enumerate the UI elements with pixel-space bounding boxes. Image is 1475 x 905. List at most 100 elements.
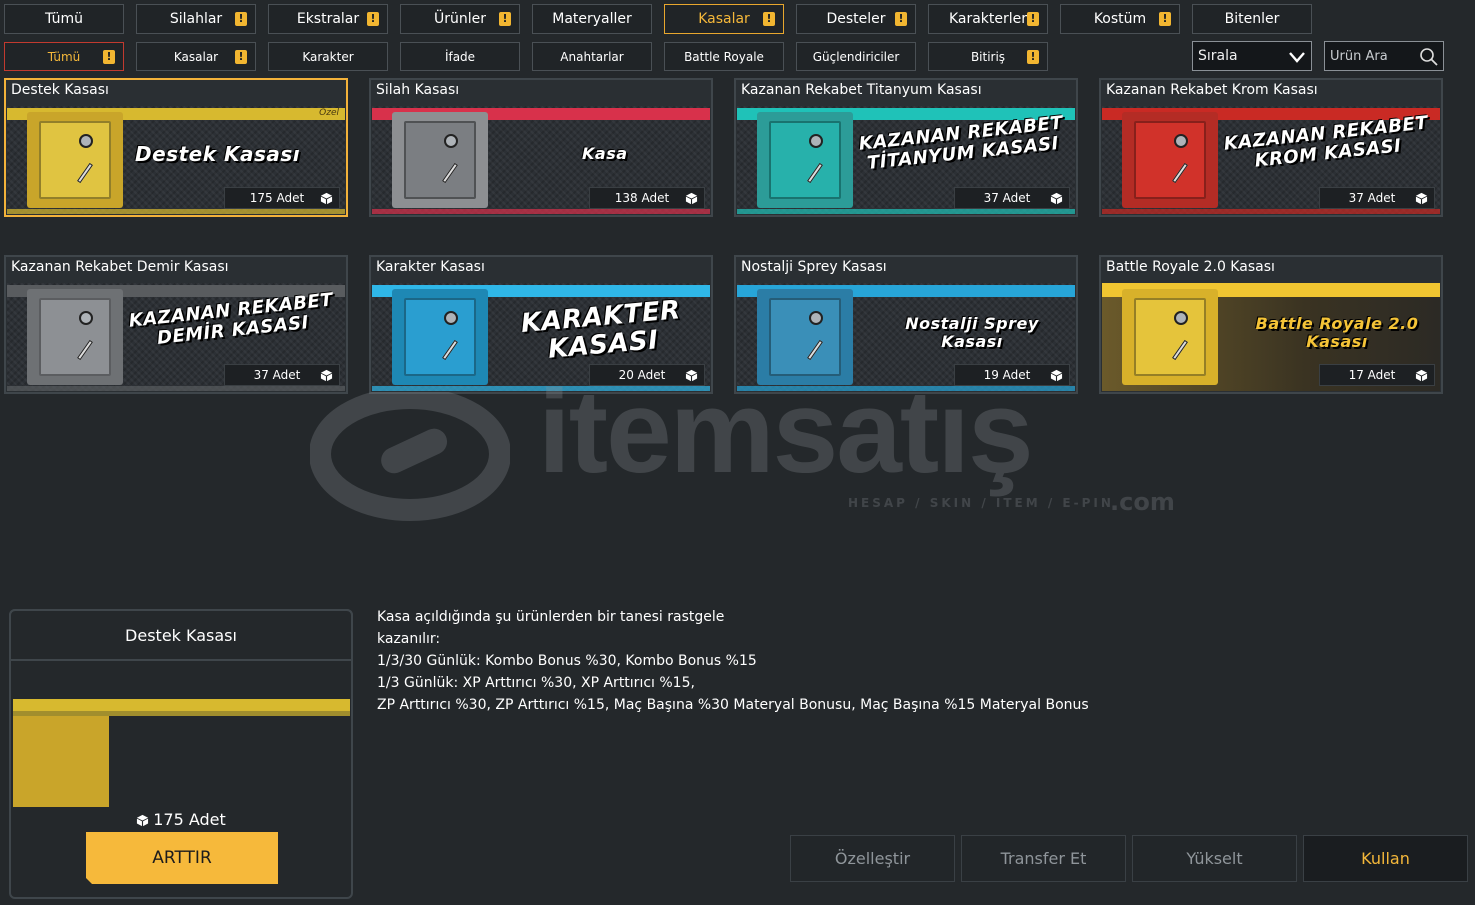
sort-dropdown[interactable]: Sırala <box>1192 41 1312 71</box>
safe-icon <box>27 112 123 208</box>
tab-label: Anahtarlar <box>560 49 624 64</box>
tab-karakter[interactable]: Karakter <box>268 42 388 71</box>
case-card-art: Destek Kasası Özel 175 Adet <box>7 106 345 214</box>
tab-urunler[interactable]: Ürünler! <box>400 4 520 34</box>
tab-bitenler[interactable]: Bitenler <box>1192 4 1312 34</box>
case-card-kazanan-rekabet-titanyum-kasasi[interactable]: Kazanan Rekabet Titanyum Kasası KAZANAN R… <box>734 78 1078 217</box>
tab-tumu[interactable]: Tümü <box>4 4 124 34</box>
count-text: 20 Adet <box>618 368 666 382</box>
tab-tumu[interactable]: Tümü! <box>4 42 124 71</box>
watermark-logo-icon <box>310 392 510 521</box>
tab-materyaller[interactable]: Materyaller <box>532 4 652 34</box>
count-text: 175 Adet <box>249 191 305 205</box>
art-title: Kasa <box>582 144 628 163</box>
case-card-art: Battle Royale 2.0 Kasası 17 Adet <box>1102 283 1440 391</box>
case-card-kazanan-rekabet-krom-kasasi[interactable]: Kazanan Rekabet Krom Kasası KAZANAN REKAB… <box>1099 78 1443 217</box>
safe-icon <box>757 289 853 385</box>
safe-door <box>769 121 841 199</box>
description-line: 1/3 Günlük: XP Arttırıcı %30, XP Arttırı… <box>377 675 695 691</box>
tab-anahtarlar[interactable]: Anahtarlar <box>532 42 652 71</box>
case-card-art: KAZANAN REKABET TİTANYUM KASASI 37 Adet <box>737 106 1075 214</box>
safe-door <box>404 121 476 199</box>
box-icon <box>320 369 333 382</box>
case-card-nostalji-sprey-kasasi[interactable]: Nostalji Sprey Kasası Nostalji Sprey Kasa… <box>734 255 1078 394</box>
warning-icon: ! <box>235 49 247 64</box>
description-line: Kasa açıldığında şu ürünlerden bir tanes… <box>377 609 725 625</box>
safe-door <box>1134 298 1206 376</box>
safe-dial <box>808 134 823 148</box>
tab-label: Tümü <box>47 49 81 64</box>
ozellestir-button[interactable]: Özelleştir <box>790 835 955 882</box>
tab-guclendiriciler[interactable]: Güçlendiriciler <box>796 42 916 71</box>
search-box[interactable] <box>1324 41 1444 71</box>
detail-panel: Destek Kasası Destek KasasıÖzel 175 Adet… <box>9 609 353 899</box>
watermark-suffix: .com <box>1110 488 1175 516</box>
count-text: 37 Adet <box>253 368 301 382</box>
case-card-battle-royale-2-0-kasasi[interactable]: Battle Royale 2.0 Kasası Battle Royale 2.… <box>1099 255 1443 394</box>
tab-karakterler[interactable]: Karakterler! <box>928 4 1048 34</box>
box-icon <box>1050 192 1063 205</box>
kullan-button[interactable]: Kullan <box>1303 835 1468 882</box>
warning-icon: ! <box>1027 12 1039 26</box>
category-tabs: Tümü Silahlar! Ekstralar! Ürünler! Materyall… <box>4 4 1312 34</box>
warning-icon: ! <box>103 49 115 64</box>
watermark-tagline: HESAP / SKIN / ITEM / E-PIN <box>848 496 1114 510</box>
box-icon <box>1050 369 1063 382</box>
tab-kasalar[interactable]: Kasalar! <box>664 4 784 34</box>
description-line: 1/3/30 Günlük: Kombo Bonus %30, Kombo Bo… <box>377 653 757 669</box>
count-text: 37 Adet <box>983 191 1031 205</box>
art-stripe <box>13 699 350 711</box>
box-icon <box>1415 192 1428 205</box>
case-card-count: 37 Adet <box>954 187 1070 209</box>
safe-icon <box>757 112 853 208</box>
tab-battle-royale[interactable]: Battle Royale <box>664 42 784 71</box>
tab-label: Karakter <box>302 49 354 64</box>
case-card-destek-kasasi[interactable]: Destek Kasası Destek Kasası Özel 175 Adet <box>4 78 348 217</box>
tab-label: Tümü <box>44 11 83 27</box>
art-stripe-bottom <box>13 711 350 716</box>
increase-button[interactable]: ARTTIR <box>86 832 278 884</box>
safe-door <box>1134 121 1206 199</box>
tab-bitiris[interactable]: Bitiriş! <box>928 42 1048 71</box>
sort-label: Sırala <box>1198 48 1238 64</box>
art-badge: Özel <box>319 108 339 118</box>
case-card-art: KAZANAN REKABET DEMİR KASASI 37 Adet <box>7 283 345 391</box>
safe-dial <box>443 134 458 148</box>
case-card-title: Destek Kasası <box>11 82 109 98</box>
warning-icon: ! <box>1159 12 1171 26</box>
safe-dial <box>78 311 93 325</box>
safe-dial <box>443 311 458 325</box>
warning-icon: ! <box>763 12 775 26</box>
case-card-art: Kasa 138 Adet <box>372 106 710 214</box>
tab-label: Kostüm <box>1093 11 1147 27</box>
tab-ekstralar[interactable]: Ekstralar! <box>268 4 388 34</box>
tab-label: Battle Royale <box>684 49 764 64</box>
yukselt-button[interactable]: Yükselt <box>1132 835 1297 882</box>
tab-kostum[interactable]: Kostüm! <box>1060 4 1180 34</box>
safe-dial <box>1173 134 1188 148</box>
art-stripe-bottom <box>7 386 345 391</box>
tab-kasalar[interactable]: Kasalar! <box>136 42 256 71</box>
safe-icon <box>27 289 123 385</box>
tab-label: Güçlendiriciler <box>812 49 900 64</box>
warning-icon: ! <box>499 12 511 26</box>
art-stripe-bottom <box>737 386 1075 391</box>
transfer-et-button[interactable]: Transfer Et <box>961 835 1126 882</box>
tab-label: Kasalar <box>173 49 219 64</box>
case-card-kazanan-rekabet-demir-kasasi[interactable]: Kazanan Rekabet Demir Kasası KAZANAN REKA… <box>4 255 348 394</box>
tab-desteler[interactable]: Desteler! <box>796 4 916 34</box>
search-icon[interactable] <box>1419 47 1439 67</box>
description-line: ZP Arttırıcı %30, ZP Arttırıcı %15, Maç … <box>377 697 1089 713</box>
tab-label: Ürünler <box>433 11 486 27</box>
tab-silahlar[interactable]: Silahlar! <box>136 4 256 34</box>
art-stripe-bottom <box>737 209 1075 214</box>
safe-icon <box>392 112 488 208</box>
count-text: 17 Adet <box>1348 368 1396 382</box>
tab-ifade[interactable]: İfade <box>400 42 520 71</box>
search-input[interactable] <box>1330 48 1418 64</box>
tab-label: Silahlar <box>169 11 223 27</box>
case-card-silah-kasasi[interactable]: Silah Kasası Kasa 138 Adet <box>369 78 713 217</box>
case-card-count: 17 Adet <box>1319 364 1435 386</box>
case-card-karakter-kasasi[interactable]: Karakter Kasası KARAKTER KASASI 20 Adet <box>369 255 713 394</box>
case-card-count: 175 Adet <box>224 187 340 209</box>
